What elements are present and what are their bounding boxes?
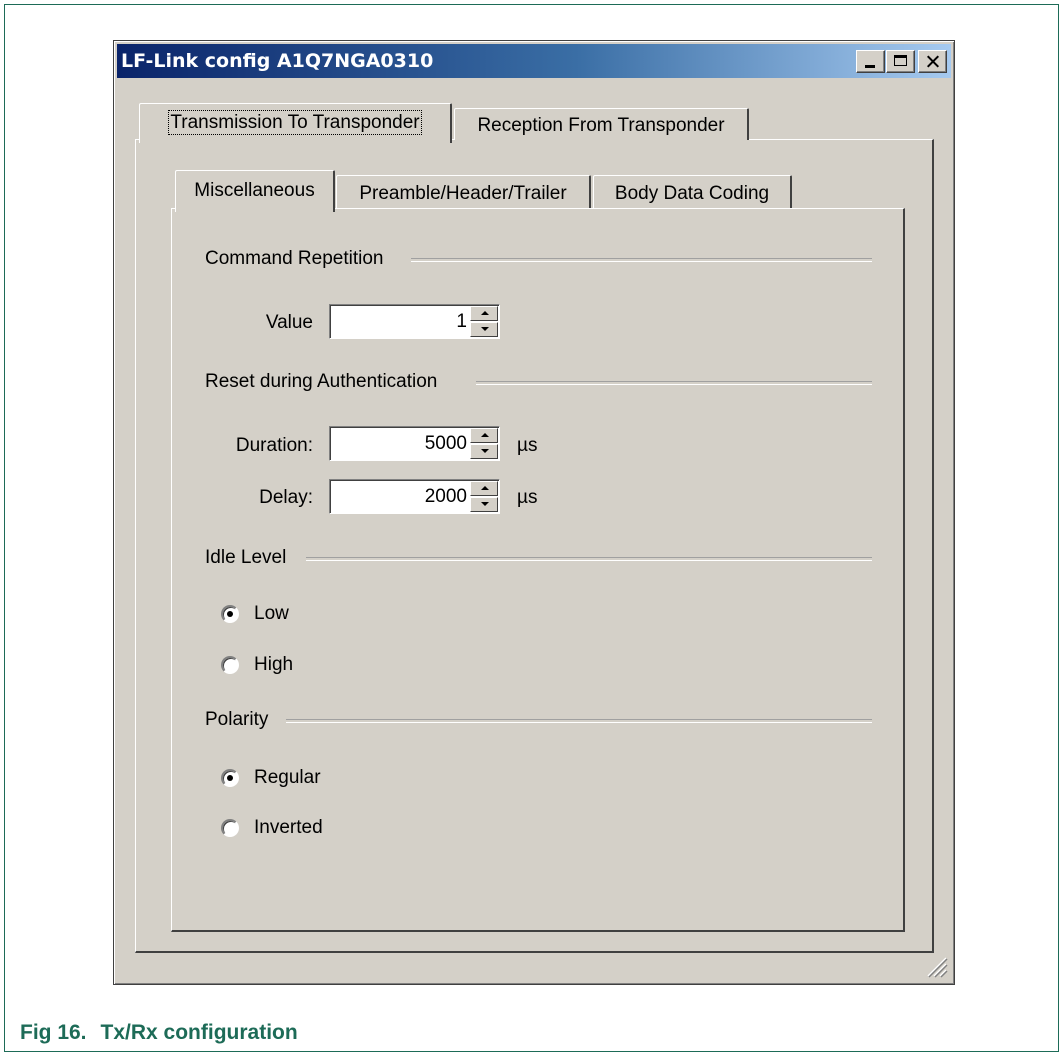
spinner-value: 2000: [424, 486, 467, 507]
figure-caption: Fig 16. Tx/Rx configuration: [20, 1021, 298, 1045]
radio-label: High: [254, 654, 294, 675]
delay-label: Delay:: [259, 487, 313, 508]
spin-up-arrow-icon[interactable]: [470, 481, 498, 496]
group-divider: [286, 719, 872, 723]
window-title: LF-Link config A1Q7NGA0310: [121, 50, 434, 72]
command-repetition-header: Command Repetition: [205, 248, 384, 269]
group-divider: [306, 557, 872, 561]
minimize-button[interactable]: [856, 50, 885, 73]
spinner-value: 1: [456, 311, 467, 332]
value-label: Value: [265, 312, 313, 333]
tab-miscellaneous[interactable]: Miscellaneous: [175, 170, 335, 212]
polarity-header: Polarity: [205, 709, 269, 730]
spin-up-arrow-icon[interactable]: [470, 306, 498, 321]
spin-up-arrow-icon[interactable]: [470, 428, 498, 443]
spin-down-arrow-icon[interactable]: [470, 322, 498, 337]
close-button[interactable]: [918, 50, 947, 73]
tab-label: Reception From Transponder: [477, 115, 725, 136]
group-divider: [476, 381, 872, 385]
figure-number: Fig 16.: [20, 1021, 87, 1044]
idle-level-header: Idle Level: [205, 547, 287, 568]
radio-label: Low: [254, 603, 289, 624]
spin-down-arrow-icon[interactable]: [470, 497, 498, 512]
tab-label: Preamble/Header/Trailer: [359, 183, 567, 204]
duration-unit: µs: [517, 435, 538, 456]
tab-label: Transmission To Transponder: [168, 110, 422, 135]
resize-grip-icon[interactable]: [924, 954, 948, 978]
command-repetition-spinner[interactable]: 1: [329, 304, 500, 339]
delay-unit: µs: [517, 487, 538, 508]
tab-body-data-coding[interactable]: Body Data Coding: [593, 175, 792, 208]
tab-preamble-header-trailer[interactable]: Preamble/Header/Trailer: [336, 175, 591, 208]
tab-transmission-to-transponder[interactable]: Transmission To Transponder: [139, 103, 452, 143]
radio-label: Regular: [254, 767, 321, 788]
tab-label: Miscellaneous: [194, 180, 315, 201]
duration-label: Duration:: [235, 435, 313, 456]
title-bar[interactable]: LF-Link config A1Q7NGA0310: [117, 44, 951, 78]
duration-spinner[interactable]: 5000: [329, 426, 500, 461]
spinner-value: 5000: [424, 433, 467, 454]
radio-high[interactable]: [221, 656, 239, 674]
radio-label: Inverted: [254, 817, 323, 838]
group-divider: [411, 258, 872, 262]
tab-reception-from-transponder[interactable]: Reception From Transponder: [454, 108, 749, 140]
radio-inverted[interactable]: [221, 819, 239, 837]
delay-spinner[interactable]: 2000: [329, 479, 500, 514]
tab-label: Body Data Coding: [614, 183, 770, 204]
radio-regular[interactable]: [221, 769, 239, 787]
radio-low[interactable]: [221, 605, 239, 623]
reset-authentication-header: Reset during Authentication: [205, 371, 438, 392]
spin-down-arrow-icon[interactable]: [470, 444, 498, 459]
figure-caption-text: Tx/Rx configuration: [100, 1021, 298, 1044]
maximize-button[interactable]: [886, 50, 915, 73]
